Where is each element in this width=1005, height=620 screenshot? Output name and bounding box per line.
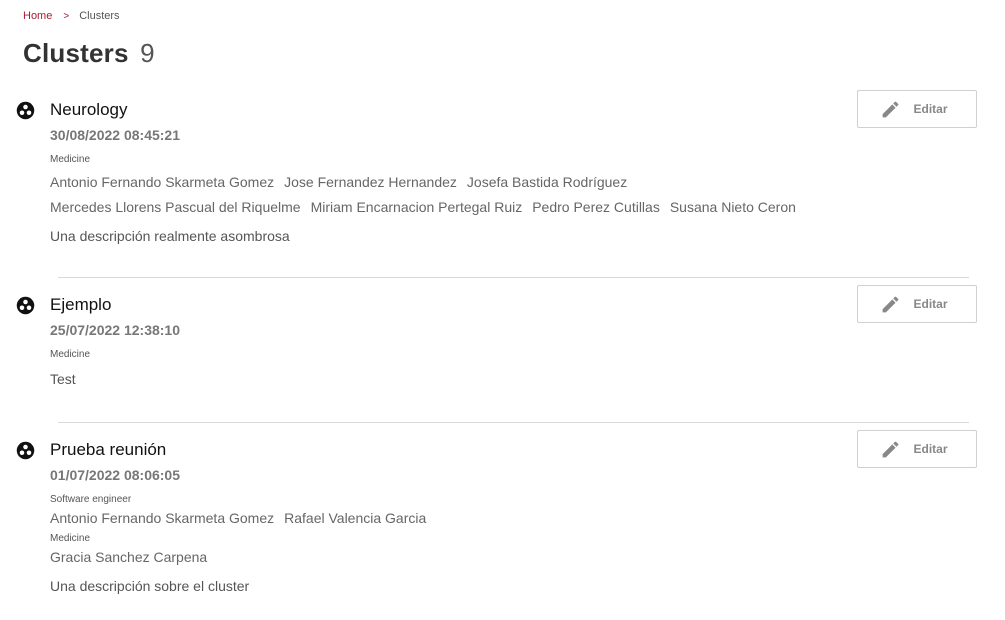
member-list: Antonio Fernando Skarmeta Gomez Rafael Va… — [50, 506, 840, 531]
member-link[interactable]: Gracia Sanchez Carpena — [50, 545, 207, 570]
edit-button-label: Editar — [913, 102, 948, 116]
edit-button[interactable]: Editar — [857, 90, 977, 128]
cluster-icon — [15, 100, 36, 121]
edit-button-label: Editar — [913, 297, 948, 311]
member-group: Medicine Antonio Fernando Skarmeta Gomez… — [50, 154, 840, 220]
cluster-groups: Medicine Test — [50, 349, 90, 387]
breadcrumb-separator: > — [63, 10, 70, 22]
group-label: Software engineer — [50, 494, 132, 505]
member-link[interactable]: Miriam Encarnacion Pertegal Ruiz — [311, 195, 523, 220]
member-link[interactable]: Pedro Perez Cutillas — [532, 195, 660, 220]
cluster-date: 30/08/2022 08:45:21 — [50, 127, 180, 143]
divider — [58, 422, 969, 423]
member-group: Medicine Gracia Sanchez Carpena — [50, 533, 840, 570]
cluster-description: Test — [50, 371, 76, 387]
cluster-count: 9 — [140, 38, 155, 68]
cluster-date: 25/07/2022 12:38:10 — [50, 322, 180, 338]
page-title-text: Clusters — [23, 38, 129, 68]
group-label: Medicine — [50, 349, 91, 360]
divider — [58, 277, 969, 278]
cluster-name: Prueba reunión — [50, 440, 167, 459]
cluster-name: Neurology — [50, 100, 128, 119]
member-link[interactable]: Antonio Fernando Skarmeta Gomez — [50, 506, 274, 531]
breadcrumb-current: Clusters — [79, 10, 120, 22]
cluster-name: Ejemplo — [50, 295, 112, 314]
member-list: Antonio Fernando Skarmeta Gomez Jose Fern… — [50, 170, 840, 220]
member-link[interactable]: Jose Fernandez Hernandez — [284, 170, 457, 195]
cluster-groups: Medicine Antonio Fernando Skarmeta Gomez… — [50, 154, 840, 244]
member-link[interactable]: Rafael Valencia Garcia — [284, 506, 426, 531]
cluster-icon — [15, 440, 36, 461]
cluster-date: 01/07/2022 08:06:05 — [50, 467, 180, 483]
page-title: Clusters 9 — [23, 38, 155, 69]
member-link[interactable]: Susana Nieto Ceron — [670, 195, 796, 220]
pencil-icon — [883, 101, 899, 117]
pencil-icon — [883, 441, 899, 457]
cluster-icon — [15, 295, 36, 316]
breadcrumb-home-link[interactable]: Home — [23, 10, 52, 22]
group-label: Medicine — [50, 154, 91, 165]
breadcrumb: Home > Clusters — [23, 10, 120, 22]
pencil-icon — [883, 296, 899, 312]
edit-button[interactable]: Editar — [857, 285, 977, 323]
member-group: Medicine — [50, 349, 90, 361]
cluster-groups: Software engineer Antonio Fernando Skarm… — [50, 494, 840, 594]
edit-button[interactable]: Editar — [857, 430, 977, 468]
edit-button-label: Editar — [913, 442, 948, 456]
member-link[interactable]: Josefa Bastida Rodríguez — [467, 170, 627, 195]
group-label: Medicine — [50, 533, 91, 544]
member-link[interactable]: Antonio Fernando Skarmeta Gomez — [50, 170, 274, 195]
cluster-description: Una descripción sobre el cluster — [50, 578, 250, 594]
member-group: Software engineer Antonio Fernando Skarm… — [50, 494, 840, 531]
member-list: Gracia Sanchez Carpena — [50, 545, 840, 570]
cluster-description: Una descripción realmente asombrosa — [50, 228, 290, 244]
member-link[interactable]: Mercedes Llorens Pascual del Riquelme — [50, 195, 301, 220]
